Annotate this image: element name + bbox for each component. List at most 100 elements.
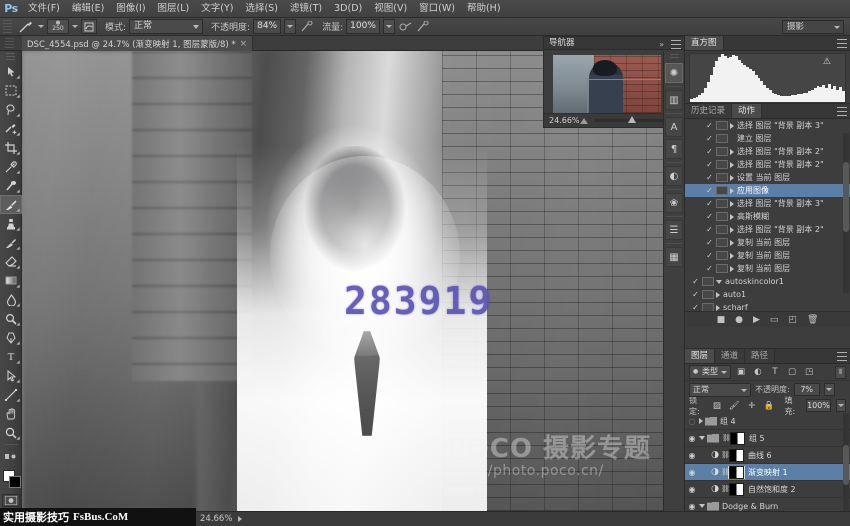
opacity-pressure-icon[interactable] <box>299 20 314 34</box>
layer-row[interactable]: ○组 4 <box>685 413 850 430</box>
eye-icon[interactable]: ◉ <box>685 468 699 477</box>
chevron-right-icon[interactable] <box>716 292 720 298</box>
status-menu-arrow-icon[interactable] <box>238 516 242 522</box>
options-bar-grip[interactable] <box>3 20 12 34</box>
close-icon[interactable]: × <box>240 39 248 49</box>
action-dialog-toggle-icon[interactable] <box>716 160 728 169</box>
chevron-down-icon[interactable] <box>716 280 722 284</box>
play-icon[interactable]: ▶ <box>753 315 760 325</box>
action-toggle-check-icon[interactable]: ✓ <box>703 225 716 234</box>
action-row[interactable]: ✓scharf <box>685 301 850 311</box>
filter-pixel-icon[interactable]: ▣ <box>734 365 748 379</box>
brush-size-field[interactable]: 250 <box>47 19 69 34</box>
action-dialog-toggle-icon[interactable] <box>716 173 728 182</box>
move-tool[interactable] <box>0 62 22 81</box>
action-dialog-toggle-icon[interactable] <box>716 212 728 221</box>
lasso-tool[interactable] <box>0 100 22 119</box>
gradient-tool[interactable] <box>0 271 22 290</box>
navigator-zoom-value[interactable]: 24.66% <box>544 116 580 125</box>
spot-healing-brush-tool[interactable] <box>0 176 22 195</box>
navigator-view-box[interactable] <box>587 79 661 113</box>
chevron-down-icon[interactable] <box>699 504 705 508</box>
link-icon[interactable]: ⛓ <box>721 485 729 493</box>
action-dialog-toggle-icon[interactable] <box>716 147 728 156</box>
lock-transparent-icon[interactable]: ▨ <box>711 399 723 413</box>
document-tab[interactable]: DSC_4554.psd @ 24.7% (渐变映射 1, 图层蒙版/8) * … <box>22 36 253 51</box>
chevron-right-icon[interactable] <box>730 188 734 194</box>
pen-tool[interactable] <box>0 328 22 347</box>
chevron-right-icon[interactable] <box>730 214 734 220</box>
tab-histogram[interactable]: 直方图 <box>685 36 724 50</box>
menu-type[interactable]: 文字(Y) <box>195 0 239 18</box>
toolbox-grip[interactable] <box>6 53 15 60</box>
action-dialog-toggle-icon[interactable] <box>702 290 714 299</box>
action-dialog-toggle-icon[interactable] <box>702 277 714 286</box>
histogram-panel-menu-icon[interactable] <box>837 39 847 48</box>
actions-scrollbar[interactable] <box>843 133 849 293</box>
eye-icon[interactable]: ◉ <box>685 485 699 494</box>
menu-view[interactable]: 视图(V) <box>368 0 413 18</box>
stop-icon[interactable]: ■ <box>717 315 726 325</box>
action-dialog-toggle-icon[interactable] <box>716 225 728 234</box>
action-row[interactable]: ✓选择 图层 "背景 副本 3" <box>685 197 850 210</box>
action-toggle-check-icon[interactable]: ✓ <box>703 199 716 208</box>
layer-mask-thumbnail[interactable] <box>730 432 745 445</box>
airbrush-toggle-icon[interactable] <box>398 20 413 34</box>
chevron-right-icon[interactable] <box>730 149 734 155</box>
action-toggle-check-icon[interactable]: ✓ <box>703 173 716 182</box>
flow-stepper[interactable] <box>383 19 395 34</box>
menu-select[interactable]: 选择(S) <box>239 0 283 18</box>
navigator-panel-menu-icon[interactable] <box>671 40 681 49</box>
zoom-out-icon[interactable] <box>580 118 588 124</box>
info-icon[interactable]: ▦ <box>665 247 683 267</box>
brush-presets-icon[interactable]: ❀ <box>665 193 683 213</box>
action-toggle-check-icon[interactable]: ✓ <box>703 238 716 247</box>
chevron-right-icon[interactable] <box>730 123 734 129</box>
blur-tool[interactable] <box>0 290 22 309</box>
action-row[interactable]: ✓选择 图层 "背景 副本 2" <box>685 223 850 236</box>
link-icon[interactable]: ⛓ <box>721 468 729 476</box>
delete-icon[interactable]: 🗑 <box>807 315 818 325</box>
actions-panel-menu-icon[interactable] <box>837 107 847 116</box>
quick-selection-tool[interactable] <box>0 119 22 138</box>
new-set-icon[interactable]: ▭ <box>770 315 779 325</box>
properties-icon[interactable]: ☰ <box>665 220 683 240</box>
action-row[interactable]: ✓选择 图层 "背景 副本 3" <box>685 119 850 132</box>
zoom-tool[interactable] <box>0 423 22 442</box>
collapse-icon[interactable]: » <box>659 40 664 49</box>
flow-input[interactable]: 100% <box>346 19 380 34</box>
action-row[interactable]: ✓选择 图层 "背景 副本 2" <box>685 158 850 171</box>
action-toggle-check-icon[interactable]: ✓ <box>689 290 702 299</box>
action-toggle-check-icon[interactable]: ✓ <box>703 212 716 221</box>
action-toggle-check-icon[interactable]: ✓ <box>703 147 716 156</box>
action-dialog-toggle-icon[interactable] <box>716 238 728 247</box>
blend-mode-select[interactable]: 正常 <box>129 19 203 34</box>
dodge-tool[interactable] <box>0 309 22 328</box>
filter-adjustment-icon[interactable]: ◐ <box>751 365 765 379</box>
action-dialog-toggle-icon[interactable] <box>716 134 728 143</box>
action-toggle-check-icon[interactable]: ✓ <box>703 264 716 273</box>
chevron-right-icon[interactable] <box>716 305 720 311</box>
lock-image-icon[interactable]: 🖌 <box>728 399 740 413</box>
history-brush-tool[interactable] <box>0 233 22 252</box>
menu-help[interactable]: 帮助(H) <box>461 0 507 18</box>
action-row[interactable]: ✓建立 图层 <box>685 132 850 145</box>
navigator-zoom-knob[interactable] <box>628 116 636 123</box>
action-row[interactable]: ✓应用图像 <box>685 184 850 197</box>
action-dialog-toggle-icon[interactable] <box>716 121 728 130</box>
action-toggle-check-icon[interactable]: ✓ <box>703 121 716 130</box>
tab-paths[interactable]: 路径 <box>745 349 775 363</box>
layer-row[interactable]: ◉◑⛓曲线 6 <box>685 447 850 464</box>
clone-stamp-tool[interactable] <box>0 214 22 233</box>
hand-tool[interactable] <box>0 404 22 423</box>
menu-filter[interactable]: 滤镜(T) <box>284 0 328 18</box>
brush-panel-chevron-icon[interactable] <box>72 25 78 28</box>
layer-fill-input[interactable]: 100% <box>806 399 831 412</box>
quick-mask-toggle[interactable] <box>2 494 20 507</box>
color-swatches[interactable] <box>0 468 22 492</box>
menu-file[interactable]: 文件(F) <box>22 0 66 18</box>
layer-row[interactable]: ◉◑⛓自然饱和度 2 <box>685 481 850 498</box>
action-toggle-check-icon[interactable]: ✓ <box>689 277 702 286</box>
filter-type-icon[interactable]: T <box>768 365 782 379</box>
adjustment-layer-thumbnail[interactable]: ◑ <box>709 450 721 460</box>
